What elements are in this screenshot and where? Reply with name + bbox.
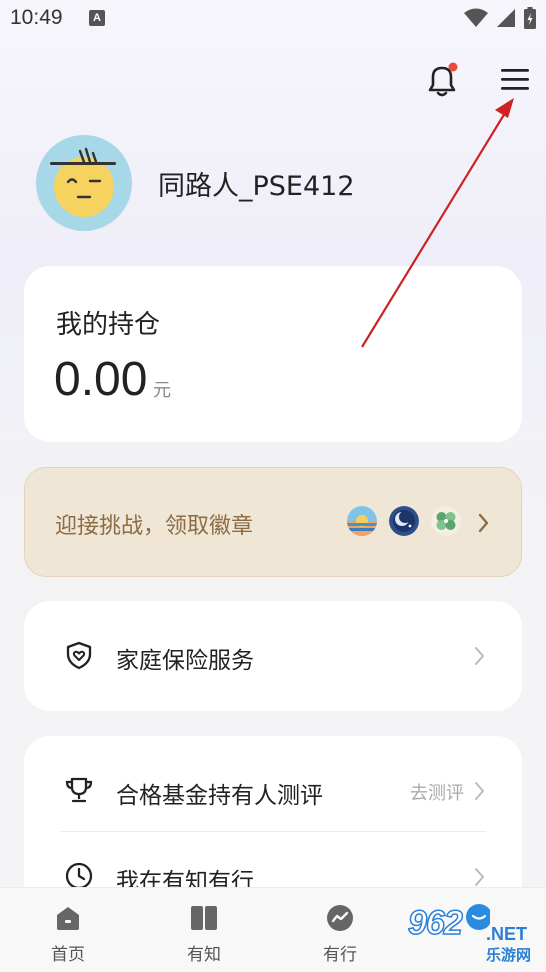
insurance-label: 家庭保险服务 xyxy=(116,648,254,674)
tab-knowledge-label: 有知 xyxy=(187,945,221,965)
header-toolbar xyxy=(0,58,546,102)
chevron-right-icon xyxy=(475,782,484,800)
status-time: 10:49 xyxy=(10,6,63,29)
home-icon xyxy=(57,907,79,930)
shield-heart-icon xyxy=(66,641,92,670)
insurance-row[interactable]: 家庭保险服务 xyxy=(24,601,522,711)
holdings-value: 0.00 xyxy=(54,353,148,406)
trend-icon xyxy=(327,905,353,931)
tab-action[interactable]: 有行 xyxy=(295,888,385,972)
chevron-right-icon xyxy=(475,868,484,886)
hamburger-menu-icon xyxy=(501,69,529,90)
go-assess-link[interactable]: 去测评 xyxy=(410,779,464,805)
notification-button[interactable] xyxy=(420,58,464,102)
battery-icon xyxy=(524,7,536,29)
clover-badge-icon xyxy=(431,506,461,536)
watermark-net: .NET xyxy=(486,924,528,944)
signal-icon xyxy=(497,9,515,27)
tab-action-label: 有行 xyxy=(323,945,357,965)
challenge-banner[interactable]: 迎接挑战，领取徽章 xyxy=(24,467,522,577)
tab-home-label: 首页 xyxy=(51,945,85,965)
book-icon xyxy=(191,906,217,930)
menu-button[interactable] xyxy=(494,58,538,102)
watermark-logo: 962 .NET 乐游网 xyxy=(407,903,546,972)
insurance-card[interactable]: 家庭保险服务 xyxy=(24,601,522,711)
holdings-title: 我的持仓 xyxy=(56,310,161,340)
moon-badge-icon xyxy=(389,506,419,536)
cartoon-face-avatar-icon xyxy=(50,147,116,217)
holdings-unit: 元 xyxy=(153,380,171,401)
watermark-sub: 乐游网 xyxy=(486,946,532,964)
username: 同路人_PSE412 xyxy=(158,170,355,202)
chevron-right-icon xyxy=(475,647,484,665)
fund-assessment-label: 合格基金持有人测评 xyxy=(116,783,323,809)
trophy-icon xyxy=(65,777,93,803)
tab-knowledge[interactable]: 有知 xyxy=(159,888,249,972)
tab-home[interactable]: 首页 xyxy=(23,888,113,972)
holdings-card[interactable]: 我的持仓 0.00 元 xyxy=(24,266,522,442)
challenge-text: 迎接挑战，领取徽章 xyxy=(55,514,254,539)
avatar[interactable] xyxy=(36,135,132,231)
chevron-right-icon xyxy=(478,513,489,533)
status-bar: 10:49 A xyxy=(0,0,546,36)
notification-app-icon: A xyxy=(89,10,105,26)
bell-icon xyxy=(428,62,458,97)
status-indicators xyxy=(464,6,536,30)
badge-list xyxy=(347,506,461,536)
sunset-badge-icon xyxy=(347,506,377,536)
watermark-brand: 962 xyxy=(407,903,463,943)
profile-header[interactable]: 同路人_PSE412 xyxy=(36,134,355,232)
wifi-icon xyxy=(464,8,488,27)
